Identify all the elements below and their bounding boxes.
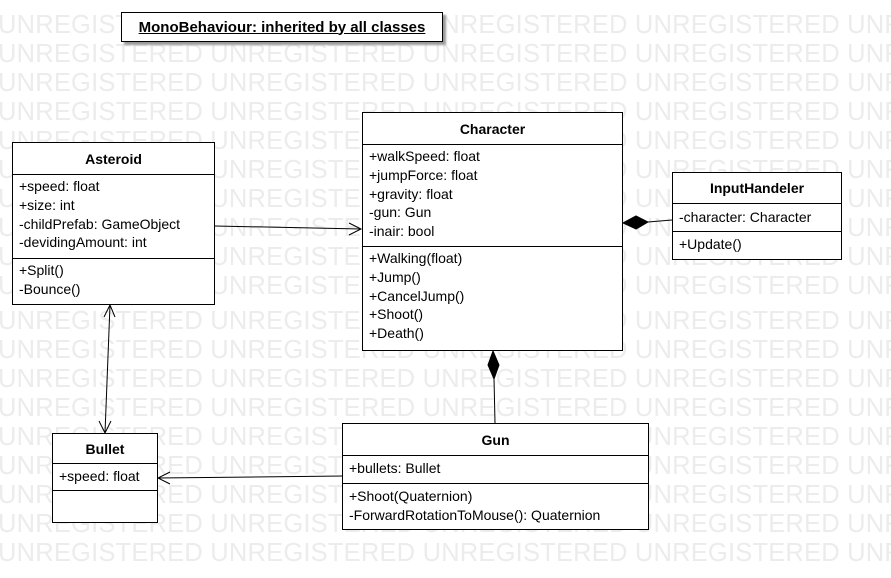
- inheritance-note[interactable]: MonoBehaviour: inherited by all classes: [121, 12, 443, 42]
- class-asteroid[interactable]: Asteroid +speed: float +size: int -child…: [12, 142, 215, 305]
- method: +Shoot(Quaternion): [349, 488, 473, 504]
- attribute: +bullets: Bullet: [349, 460, 441, 476]
- methods-section: [53, 491, 157, 495]
- class-character[interactable]: Character +walkSpeed: float +jumpForce: …: [362, 112, 623, 351]
- asteroid-bullet-association[interactable]: [98, 303, 116, 435]
- attribute: -devidingAmount: int: [19, 234, 147, 251]
- method: -Bounce(): [19, 280, 81, 297]
- attribute: +gravity: float: [369, 185, 453, 202]
- class-name: Character: [363, 113, 622, 145]
- class-gun[interactable]: Gun +bullets: Bullet +Shoot(Quaternion) …: [342, 423, 649, 530]
- method: +CancelJump(): [369, 287, 465, 304]
- class-name: InputHandeler: [673, 173, 841, 204]
- class-bullet[interactable]: Bullet +speed: float: [52, 433, 158, 523]
- class-inputhandeler[interactable]: InputHandeler -character: Character +Upd…: [672, 172, 842, 260]
- attribute: +speed: float: [59, 468, 140, 484]
- attribute: +walkSpeed: float: [369, 148, 480, 164]
- method: +Shoot(): [369, 306, 424, 323]
- asteroid-character-association[interactable]: [214, 222, 363, 236]
- attributes-section: +walkSpeed: float +jumpForce: float +gra…: [363, 145, 622, 247]
- method: +Jump(): [369, 268, 421, 285]
- attribute: -childPrefab: GameObject: [19, 215, 181, 232]
- method: -ForwardRotationToMouse(): Quaternion: [349, 506, 601, 523]
- attributes-section: -character: Character: [673, 204, 841, 232]
- class-name: Asteroid: [13, 143, 214, 175]
- methods-section: +Split() -Bounce(): [13, 259, 214, 301]
- inputhandeler-character-composition[interactable]: [621, 215, 673, 230]
- methods-section: +Walking(float) +Jump() +CancelJump() +S…: [363, 247, 622, 345]
- attributes-section: +speed: float: [53, 464, 157, 491]
- method: +Walking(float): [369, 250, 463, 266]
- attribute: +speed: float: [19, 178, 100, 194]
- method: +Split(): [19, 262, 64, 278]
- methods-section: +Shoot(Quaternion) -ForwardRotationToMou…: [343, 484, 648, 527]
- attribute: +jumpForce: float: [369, 166, 478, 183]
- gun-bullet-association[interactable]: [156, 471, 344, 485]
- method: +Death(): [369, 325, 424, 342]
- gun-character-composition[interactable]: [487, 349, 500, 424]
- class-name: Gun: [343, 424, 648, 456]
- attribute: +size: int: [19, 196, 75, 213]
- class-name: Bullet: [53, 434, 157, 464]
- attribute: -gun: Gun: [369, 204, 432, 221]
- attributes-section: +speed: float +size: int -childPrefab: G…: [13, 175, 214, 259]
- attributes-section: +bullets: Bullet: [343, 456, 648, 484]
- attribute: -character: Character: [679, 209, 812, 225]
- method: +Update(): [679, 236, 742, 252]
- methods-section: +Update(): [673, 232, 841, 256]
- attribute: -inair: bool: [369, 223, 435, 240]
